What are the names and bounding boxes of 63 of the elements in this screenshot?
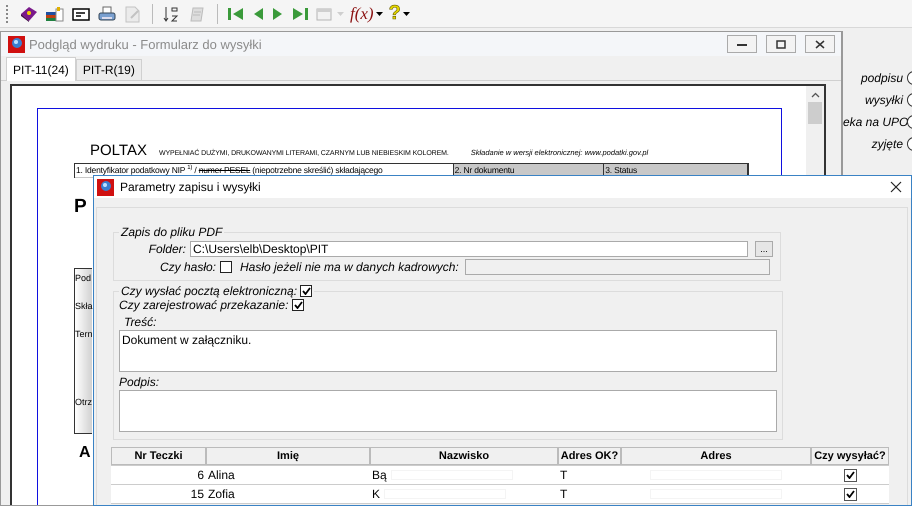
signature-label: Podpis: [119, 375, 160, 389]
table-cell-text: 6 [196, 466, 205, 484]
section-label: Skła [75, 301, 92, 311]
minimize-icon [737, 42, 747, 46]
message-field[interactable]: Dokument w załączniku. [119, 330, 777, 372]
table-cell-text: T [559, 466, 568, 484]
first-page-icon [227, 6, 245, 20]
printer-icon [97, 4, 117, 22]
section-label: Tern [75, 329, 92, 339]
column-header[interactable]: Czy wysyłać? [811, 447, 889, 465]
app-icon [97, 178, 114, 196]
section-label: Otrz [75, 397, 92, 407]
close-button[interactable] [805, 35, 835, 53]
option-label: eka na UPO [843, 115, 905, 129]
table-cell: Bą [372, 466, 387, 484]
window-title: Podgląd wydruku - Formularz do wysyłki [29, 36, 263, 52]
table-cell-text: Zofia [207, 486, 236, 502]
checkbox[interactable] [300, 285, 312, 297]
books-icon [45, 4, 65, 22]
book-icon [19, 4, 39, 22]
send-email-label: Czy wysłać pocztą elektroniczną: [121, 284, 298, 298]
fallback-password-label: Hasło jeżeli nie ma w danych kadrowych: [240, 260, 459, 274]
table-cell-text: T [559, 486, 568, 502]
brand-text: POLTAX [90, 142, 147, 159]
option-label: podpisu [860, 71, 904, 85]
app-icon [8, 36, 25, 52]
scroll-up-icon [810, 92, 820, 98]
signature-field[interactable] [119, 390, 777, 432]
option-label: zyjęte [870, 137, 904, 151]
checkbox[interactable] [220, 261, 232, 273]
group-title: Zapis do pliku PDF [121, 225, 222, 239]
close-icon [890, 181, 902, 193]
dialog-title: Parametry zapisu i wysyłki [120, 180, 262, 194]
folder-label: Folder: [148, 242, 186, 256]
table-cell-text: Alina [207, 466, 236, 484]
section-label: Pod [75, 273, 92, 283]
last-page-icon [291, 6, 309, 20]
register-label: Czy zarejestrować przekazanie: [119, 298, 288, 312]
tab[interactable]: PIT-11(24) [6, 57, 76, 81]
column-header[interactable]: Nazwisko [370, 447, 558, 465]
browse-button[interactable]: ... [755, 241, 773, 257]
form-title: P [74, 196, 88, 218]
function-button[interactable]: f(x) [349, 2, 384, 24]
column-header[interactable]: Adres [621, 447, 811, 465]
column-header[interactable]: Adres OK? [558, 447, 621, 465]
close-icon [815, 40, 825, 48]
column-header[interactable]: Nr Teczki [111, 447, 206, 465]
option-label: wysyłki [864, 93, 904, 107]
section-letter: A [78, 444, 92, 462]
password-label: Czy hasło: [158, 260, 216, 274]
maximize-icon [776, 40, 786, 48]
folder-field[interactable]: C:\Users\elb\Desktop\PIT [190, 241, 748, 257]
checkbox[interactable] [844, 468, 856, 482]
body-label: Treść: [124, 315, 156, 329]
checkbox[interactable] [292, 299, 304, 311]
maximize-button[interactable] [766, 35, 796, 53]
minimize-button[interactable] [727, 35, 757, 53]
scrollbar-thumb[interactable] [808, 102, 822, 124]
checkbox[interactable] [844, 488, 856, 500]
table-cell-text: 15 [190, 486, 205, 502]
table-cell: K [372, 486, 380, 502]
column-header[interactable]: Imię [206, 447, 370, 465]
tab[interactable]: PIT-R(19) [76, 59, 142, 80]
